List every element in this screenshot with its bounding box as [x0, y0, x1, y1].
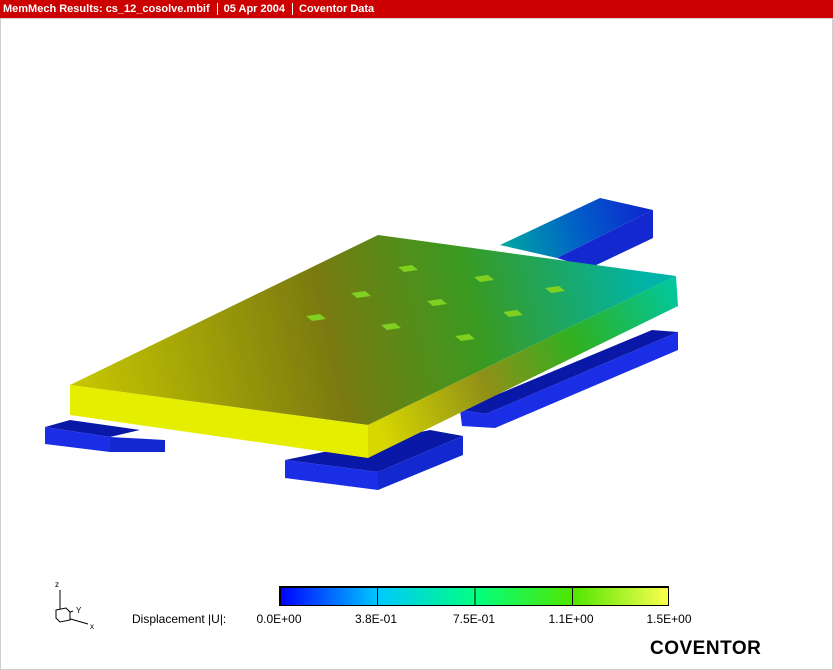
legend-tick: 0.0E+00: [256, 612, 302, 626]
legend-tick: 3.8E-01: [354, 612, 398, 626]
colorbar: [279, 586, 669, 606]
color-legend: [279, 586, 669, 606]
legend-label: Displacement |U|:: [132, 612, 227, 626]
legend-tick: 1.5E+00: [646, 612, 692, 626]
legend-tick: 1.1E+00: [548, 612, 594, 626]
legend-tick: 7.5E-01: [452, 612, 496, 626]
axis-x-label: x: [90, 622, 94, 631]
coventor-logo: COVENTOR: [650, 638, 762, 659]
axis-z-label: z: [55, 580, 59, 589]
deformed-plate: [70, 235, 678, 458]
axis-triad: [55, 590, 89, 625]
axis-y-label: Y: [76, 606, 82, 615]
mems-plate-render[interactable]: [0, 0, 833, 670]
